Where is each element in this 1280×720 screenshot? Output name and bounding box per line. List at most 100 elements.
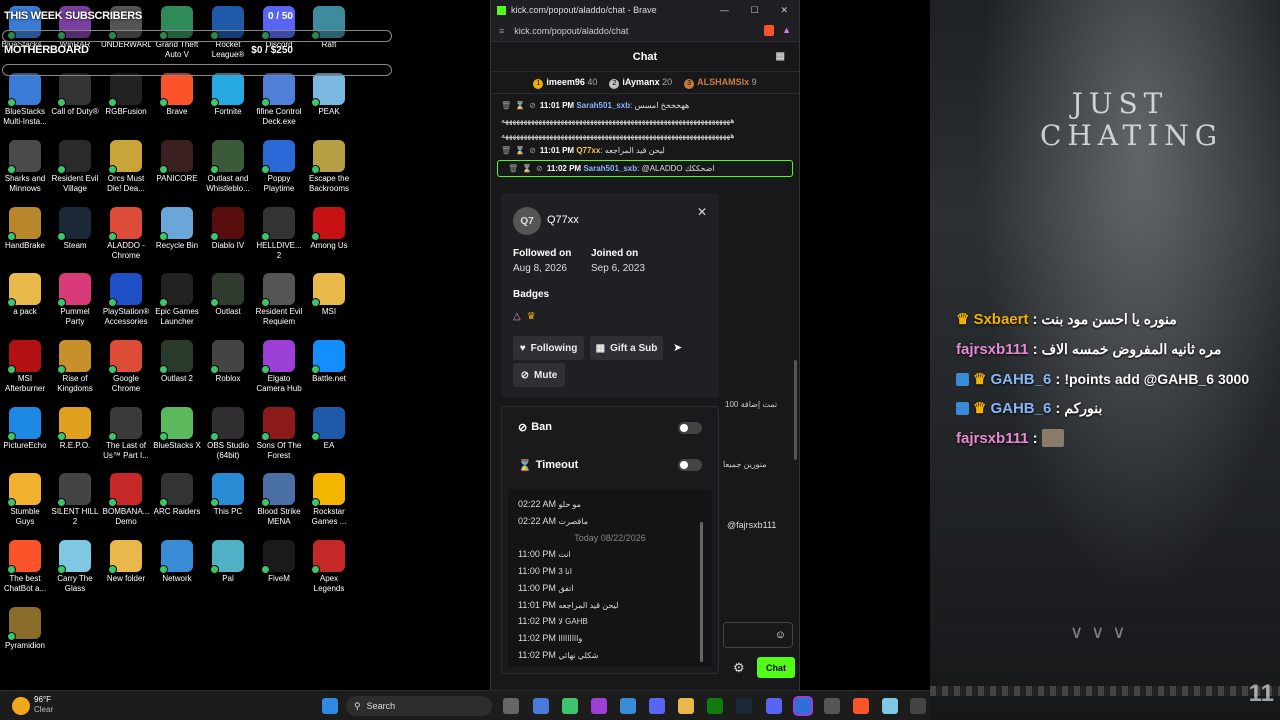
obs-icon[interactable] <box>824 698 840 714</box>
chat-message[interactable]: 🗑 ⌛ ⊘ 11:02 PM Sarah501_sxb: @ALADDO اضحككك <box>497 160 793 177</box>
desktop-icon[interactable]: Poppy Playtime <box>254 140 304 194</box>
delete-icon[interactable]: 🗑 <box>501 146 511 155</box>
desktop-icon[interactable]: Resident Evil Requiem <box>254 273 304 327</box>
desktop-icon[interactable]: BlueStacks Multi-Insta... <box>0 73 50 127</box>
desktop-icon[interactable]: PictureEcho <box>0 407 50 451</box>
close-icon[interactable]: ✕ <box>781 5 789 16</box>
desktop-icon[interactable]: ARC Raiders <box>152 473 202 517</box>
address-bar[interactable]: ≡ kick.com/popout/aladdo/chat ▲ <box>491 20 799 42</box>
users-icon[interactable]: ▦ <box>776 51 785 62</box>
file-explorer-icon[interactable] <box>678 698 694 714</box>
desktop-icon[interactable]: Network <box>152 540 202 584</box>
desktop-icon[interactable]: Rise of Kingdoms <box>50 340 100 394</box>
desktop-icon[interactable]: Blood Strike MENA <box>254 473 304 527</box>
message-username[interactable]: Sarah501_sxb <box>576 101 630 110</box>
desktop-icon[interactable]: Pyramidion <box>0 607 50 651</box>
desktop-icon[interactable]: Elgato Camera Hub <box>254 340 304 394</box>
delete-icon[interactable]: 🗑 <box>501 101 511 110</box>
widgets-icon[interactable] <box>533 698 549 714</box>
leaderboard-entry[interactable]: 3 ALSHAMSIx 9 <box>684 77 757 89</box>
following-button[interactable]: ♥ Following <box>513 336 584 360</box>
game-icon[interactable] <box>649 698 665 714</box>
timeout-icon[interactable]: ⌛ <box>515 101 525 110</box>
brave-icon[interactable] <box>853 698 869 714</box>
delete-icon[interactable]: 🗑 <box>508 164 518 173</box>
store-icon[interactable] <box>620 698 636 714</box>
notepad-icon[interactable] <box>882 698 898 714</box>
chat-message[interactable]: هههههههههههههههههههههههههههههههههههههههه… <box>491 128 799 143</box>
desktop-icon[interactable]: Outlast <box>203 273 253 317</box>
desktop-icon[interactable]: fifine Control Deck.exe <box>254 73 304 127</box>
leaderboard-entry[interactable]: 1 imeem96 40 <box>533 77 597 89</box>
desktop-icon[interactable]: Sons Of The Forest <box>254 407 304 461</box>
desktop-icon[interactable]: HandBrake <box>0 207 50 251</box>
steam-icon[interactable] <box>736 698 752 714</box>
desktop-icon[interactable]: Battle.net <box>304 340 354 384</box>
desktop-icon[interactable]: Sharks and Minnows <box>0 140 50 194</box>
xbox-app-icon[interactable] <box>562 698 578 714</box>
task-view-icon[interactable] <box>503 698 519 714</box>
ban-icon[interactable]: ⊘ <box>529 146 536 155</box>
desktop-icon[interactable]: Apex Legends <box>304 540 354 594</box>
desktop-icon[interactable]: Resident Evil Village <box>50 140 100 194</box>
elgato-icon[interactable] <box>591 698 607 714</box>
desktop-icon[interactable]: Recycle Bin <box>152 207 202 251</box>
desktop-icon[interactable]: The best ChatBot a... <box>0 540 50 594</box>
message-username[interactable]: Sarah501_sxb <box>583 164 637 173</box>
timeout-icon[interactable]: ⌛ <box>522 164 532 173</box>
weather-icon[interactable] <box>12 697 30 715</box>
chat-message[interactable]: 🗑 ⌛ ⊘ 11:01 PM Sarah501_sxb: ههخخخخ امسس <box>491 98 799 113</box>
desktop-icon[interactable]: Escape the Backrooms <box>304 140 354 194</box>
desktop-icon[interactable]: EA <box>304 407 354 451</box>
chat-input[interactable]: ☺ <box>723 622 793 648</box>
desktop-icon[interactable]: Pummel Party <box>50 273 100 327</box>
desktop-icon[interactable]: Outlast 2 <box>152 340 202 384</box>
active-app-icon[interactable] <box>793 696 813 716</box>
chat-message[interactable]: هههههههههههههههههههههههههههههههههههههههه… <box>491 113 799 128</box>
desktop-icon[interactable]: Google Chrome <box>101 340 151 394</box>
minimize-icon[interactable]: — <box>720 5 729 16</box>
desktop-icon[interactable]: HELLDIVE... 2 <box>254 207 304 261</box>
desktop-icon[interactable]: PANICORE <box>152 140 202 184</box>
desktop-icon[interactable]: Steam <box>50 207 100 251</box>
gift-sub-button[interactable]: ▦ Gift a Sub <box>590 336 663 360</box>
close-card-icon[interactable]: ✕ <box>697 205 707 219</box>
ban-icon[interactable]: ⊘ <box>536 164 543 173</box>
desktop-icon[interactable]: R.E.P.O. <box>50 407 100 451</box>
desktop-icon[interactable]: ALADDO - Chrome <box>101 207 151 261</box>
desktop-icon[interactable]: Rockstar Games ... <box>304 473 354 527</box>
start-button[interactable] <box>322 698 338 714</box>
maximize-icon[interactable]: ☐ <box>751 5 759 16</box>
desktop-icon[interactable]: Orcs Must Die! Dea... <box>101 140 151 194</box>
desktop-icon[interactable]: BlueStacks X <box>152 407 202 451</box>
user-card-username[interactable]: Q77xx <box>547 214 579 226</box>
rewards-icon[interactable]: ▲ <box>782 25 791 36</box>
url-text[interactable]: kick.com/popout/aladdo/chat <box>514 26 628 36</box>
ban-toggle[interactable] <box>678 422 702 434</box>
desktop-icon[interactable]: Outlast and Whistleblo... <box>203 140 253 194</box>
chat-settings-icon[interactable]: ⚙ <box>733 660 745 676</box>
desktop-icon[interactable]: MSI Afterburner <box>0 340 50 394</box>
timeout-toggle[interactable] <box>678 459 702 471</box>
desktop-icon[interactable]: Carry The Glass <box>50 540 100 594</box>
desktop-icon[interactable]: Pal <box>203 540 253 584</box>
timeout-icon[interactable]: ⌛ <box>515 146 525 155</box>
desktop-icon[interactable]: OBS Studio (64bit) <box>203 407 253 461</box>
desktop-icon[interactable]: SILENT HILL 2 <box>50 473 100 527</box>
desktop-icon[interactable]: Roblox <box>203 340 253 384</box>
ban-icon[interactable]: ⊘ <box>529 101 536 110</box>
send-chat-button[interactable]: Chat <box>757 657 795 678</box>
chat-scrollbar[interactable] <box>794 360 797 460</box>
emoji-icon[interactable]: ☺ <box>775 629 786 641</box>
message-username[interactable]: Q77xx <box>576 146 600 155</box>
desktop-icon[interactable]: Epic Games Launcher <box>152 273 202 327</box>
app-icon[interactable] <box>910 698 926 714</box>
history-scrollbar[interactable] <box>700 522 703 662</box>
desktop-icon[interactable]: PlayStation® Accessories <box>101 273 151 327</box>
desktop-icon[interactable]: Stumble Guys <box>0 473 50 527</box>
mute-button[interactable]: ⊘ Mute <box>513 363 565 387</box>
desktop-icon[interactable]: This PC <box>203 473 253 517</box>
desktop-icon[interactable]: Diablo IV <box>203 207 253 251</box>
desktop-icon[interactable]: Among Us <box>304 207 354 251</box>
desktop-icon[interactable]: MSI <box>304 273 354 317</box>
